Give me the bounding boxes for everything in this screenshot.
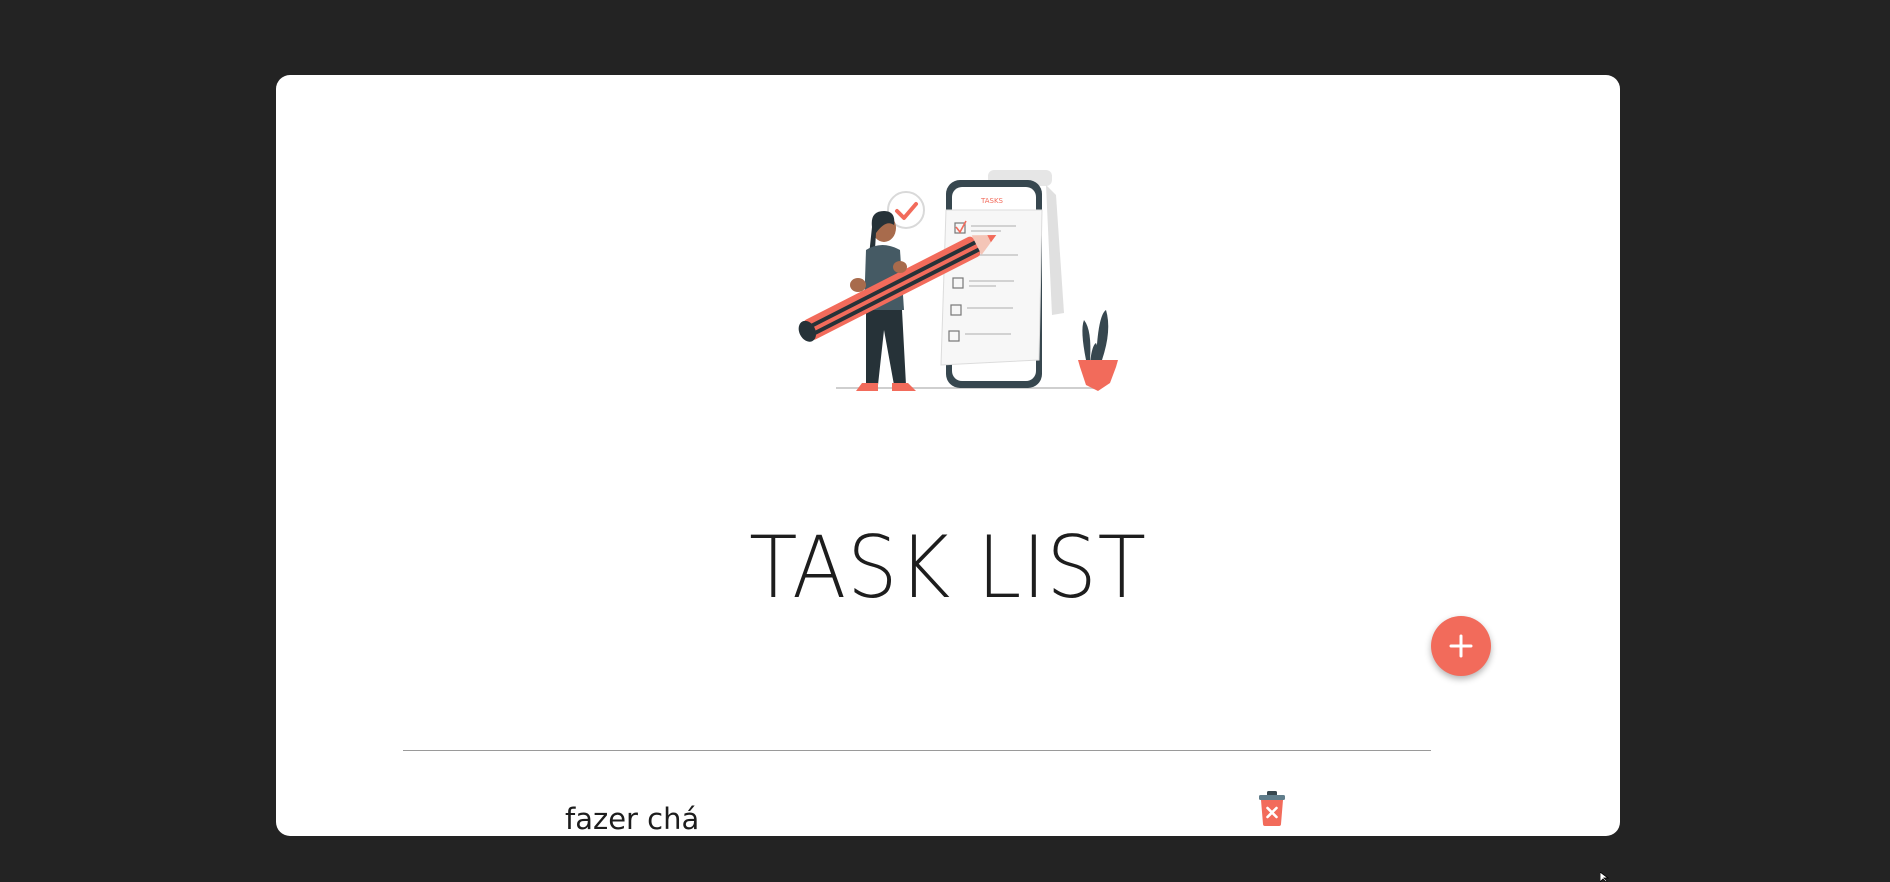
add-task-button[interactable]	[1431, 616, 1491, 676]
new-task-input[interactable]	[403, 703, 1431, 751]
mouse-cursor-icon	[1600, 872, 1610, 882]
task-illustration-icon: TASKS	[798, 170, 1118, 391]
page-title: TASK LIST	[749, 517, 1147, 618]
list-item: fazer chá	[276, 791, 1620, 865]
plus-icon	[1449, 634, 1473, 658]
delete-task-button[interactable]	[1255, 789, 1289, 827]
phone-header: TASKS	[980, 197, 1004, 205]
task-card: TASKS TASK LIST fazer chá	[276, 75, 1620, 836]
trash-icon	[1259, 791, 1285, 826]
task-text: fazer chá	[565, 802, 700, 836]
task-list: fazer chá	[276, 791, 1620, 865]
